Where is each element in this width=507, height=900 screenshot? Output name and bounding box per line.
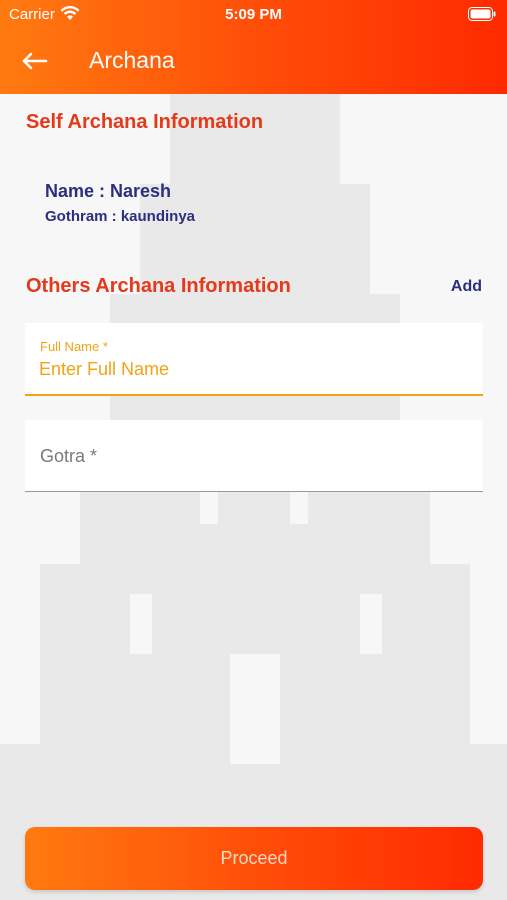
battery-icon (468, 7, 496, 21)
status-bar: Carrier 5:09 PM (0, 0, 507, 30)
main-content: Self Archana Information Name : Naresh G… (0, 94, 507, 900)
full-name-field: Full Name * (25, 323, 483, 396)
status-time: 5:09 PM (225, 6, 282, 23)
back-arrow-icon[interactable] (20, 46, 50, 76)
page-title: Archana (89, 47, 175, 73)
self-gothram-text: Gothram : kaundinya (45, 208, 196, 225)
add-button[interactable]: Add (451, 278, 482, 296)
proceed-button[interactable]: Proceed (25, 827, 483, 890)
gotra-input[interactable] (40, 443, 460, 469)
app-header: Carrier 5:09 PM Archana (0, 0, 507, 94)
self-name-text: Name : Naresh (45, 181, 172, 201)
others-archana-heading: Others Archana Information (26, 275, 291, 297)
self-archana-heading: Self Archana Information (26, 111, 264, 133)
gotra-field (25, 420, 483, 492)
full-name-input[interactable] (39, 356, 459, 382)
nav-bar: Archana (0, 30, 507, 94)
full-name-label: Full Name * (40, 339, 108, 354)
